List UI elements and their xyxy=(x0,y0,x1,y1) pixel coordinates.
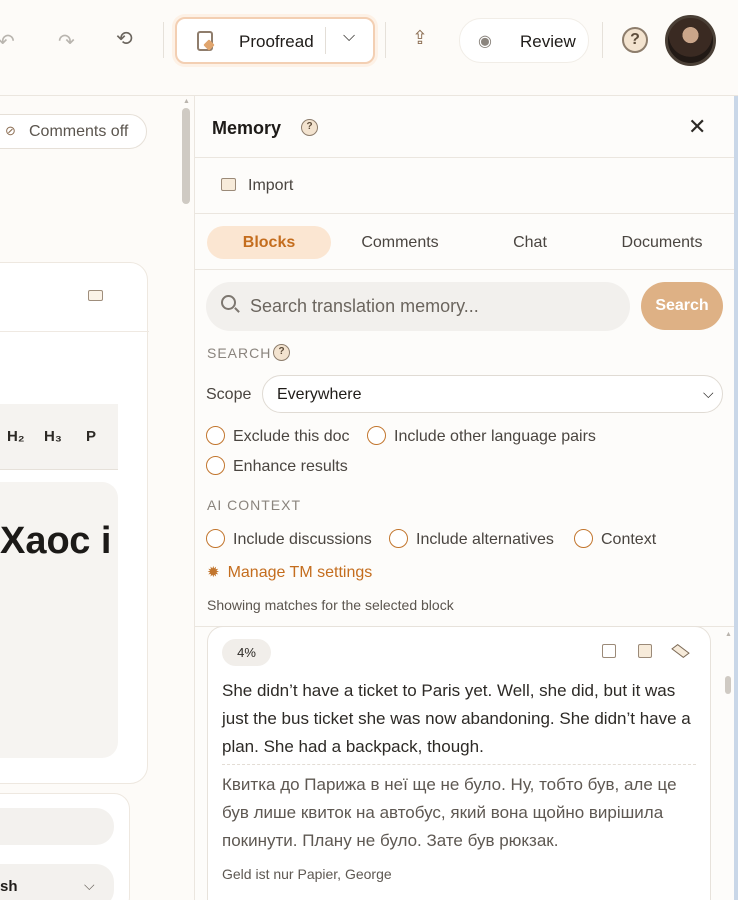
toolbar-divider xyxy=(602,22,603,58)
search-icon xyxy=(221,295,236,310)
option-label: Include discussions xyxy=(233,531,372,548)
heading-3-button[interactable]: H₃ xyxy=(44,428,62,445)
help-icon[interactable]: ? xyxy=(301,119,318,136)
ai-context-section-label: AI CONTEXT xyxy=(207,497,302,513)
upload-icon[interactable]: ⇪ xyxy=(412,29,428,49)
manage-tm-settings-link[interactable]: ✹ Manage TM settings xyxy=(207,563,372,582)
chevron-down-icon: ⌵ xyxy=(703,385,714,401)
radio-circle[interactable] xyxy=(574,529,593,548)
radio-circle[interactable] xyxy=(206,426,225,445)
option-label: Include other language pairs xyxy=(394,428,596,445)
comment-icon[interactable] xyxy=(88,290,103,301)
enhance-results-checkbox[interactable]: Enhance results xyxy=(206,456,348,476)
help-icon[interactable]: ? xyxy=(622,27,648,53)
result-divider xyxy=(222,764,696,765)
search-box xyxy=(206,282,630,331)
option-label: Exclude this doc xyxy=(233,428,350,445)
editor-input-pill[interactable] xyxy=(0,808,114,845)
close-icon[interactable]: ✕ xyxy=(688,114,706,140)
include-other-language-pairs-checkbox[interactable]: Include other language pairs xyxy=(367,426,596,446)
search-section-label: SEARCH xyxy=(207,345,272,361)
block-title-text: Хаос і xyxy=(0,520,112,562)
heading-format-bar: H₂ H₃ P xyxy=(0,404,118,470)
layers-icon[interactable] xyxy=(671,644,690,658)
scope-label: Scope xyxy=(206,386,252,403)
import-icon xyxy=(221,178,236,191)
paragraph-button[interactable]: P xyxy=(86,428,96,445)
tm-result-card[interactable]: 4% She didn’t have a ticket to Paris yet… xyxy=(207,626,711,900)
results-scrollbar[interactable] xyxy=(725,676,731,694)
option-label: Enhance results xyxy=(233,458,348,475)
undo-icon[interactable]: ↶ xyxy=(0,32,15,52)
editor-scrollbar[interactable] xyxy=(182,108,190,204)
avatar[interactable] xyxy=(665,15,716,66)
language-select-value: sh xyxy=(0,878,18,895)
context-checkbox[interactable]: Context xyxy=(574,529,656,549)
tab-comments[interactable]: Comments xyxy=(335,226,465,259)
search-button[interactable]: Search xyxy=(641,282,723,330)
tab-blocks[interactable]: Blocks xyxy=(207,226,331,259)
radio-circle[interactable] xyxy=(389,529,408,548)
option-label: Include alternatives xyxy=(416,531,554,548)
include-alternatives-checkbox[interactable]: Include alternatives xyxy=(389,529,554,549)
review-button[interactable]: ◉ Review xyxy=(459,18,589,63)
scroll-up-arrow-icon[interactable]: ▲ xyxy=(183,98,190,105)
proofread-split-divider xyxy=(325,27,326,54)
help-icon[interactable]: ? xyxy=(273,344,290,361)
panel-divider xyxy=(195,269,738,270)
panel-title: Memory xyxy=(212,118,282,138)
top-toolbar: ↶ ↷ ⟲ Proofread ⌵ ⇪ ◉ Review ? xyxy=(0,0,738,96)
source-text: She didn’t have a ticket to Paris yet. W… xyxy=(222,681,691,756)
heading-2-button[interactable]: H₂ xyxy=(7,428,25,445)
redo-icon[interactable]: ↷ xyxy=(58,32,75,52)
chevron-down-icon: ⌵ xyxy=(84,877,95,893)
panel-divider xyxy=(195,213,738,214)
comments-off-icon: ⊘ xyxy=(5,123,16,138)
manage-tm-settings-label: Manage TM settings xyxy=(227,564,373,581)
memory-panel: Memory ? ✕ Import Blocks Comments Chat D… xyxy=(194,96,738,900)
window-edge xyxy=(734,96,738,900)
proofread-label: Proofread xyxy=(239,32,314,51)
result-document-name: Geld ist nur Papier, George xyxy=(222,866,392,882)
proofread-doc-icon xyxy=(197,31,213,51)
toolbar-divider xyxy=(163,22,164,58)
copy-icon[interactable] xyxy=(638,644,652,658)
include-discussions-checkbox[interactable]: Include discussions xyxy=(206,529,372,549)
radio-circle[interactable] xyxy=(367,426,386,445)
scope-select-value: Everywhere xyxy=(277,386,362,403)
comments-toggle-label: Comments off xyxy=(29,123,129,140)
proofread-button[interactable]: Proofread ⌵ xyxy=(175,17,375,64)
import-button[interactable]: Import xyxy=(248,177,293,195)
tab-documents[interactable]: Documents xyxy=(595,226,729,259)
radio-circle[interactable] xyxy=(206,529,225,548)
panel-divider xyxy=(195,157,738,158)
scope-select[interactable]: Everywhere ⌵ xyxy=(262,375,723,413)
toolbar-divider xyxy=(385,22,386,58)
eye-icon: ◉ xyxy=(478,33,492,50)
language-select[interactable]: sh ⌵ xyxy=(0,864,114,900)
status-text: Showing matches for the selected block xyxy=(207,597,454,613)
option-label: Context xyxy=(601,531,657,548)
card-divider xyxy=(0,331,149,332)
comments-toggle-button[interactable]: ⊘ Comments off xyxy=(0,114,147,149)
search-input[interactable] xyxy=(250,292,620,320)
match-percent-badge: 4% xyxy=(222,639,271,666)
tab-chat[interactable]: Chat xyxy=(475,226,585,259)
gear-icon: ✹ xyxy=(207,564,220,581)
exclude-this-doc-checkbox[interactable]: Exclude this doc xyxy=(206,426,350,446)
scroll-up-arrow-icon[interactable]: ▲ xyxy=(725,631,732,638)
target-text: Квитка до Парижа в неї ще не було. Ну, т… xyxy=(222,775,677,850)
review-label: Review xyxy=(520,32,576,51)
open-external-icon[interactable] xyxy=(602,644,616,658)
history-icon[interactable]: ⟲ xyxy=(116,29,133,49)
radio-circle[interactable] xyxy=(206,456,225,475)
chevron-down-icon[interactable]: ⌵ xyxy=(343,28,355,46)
